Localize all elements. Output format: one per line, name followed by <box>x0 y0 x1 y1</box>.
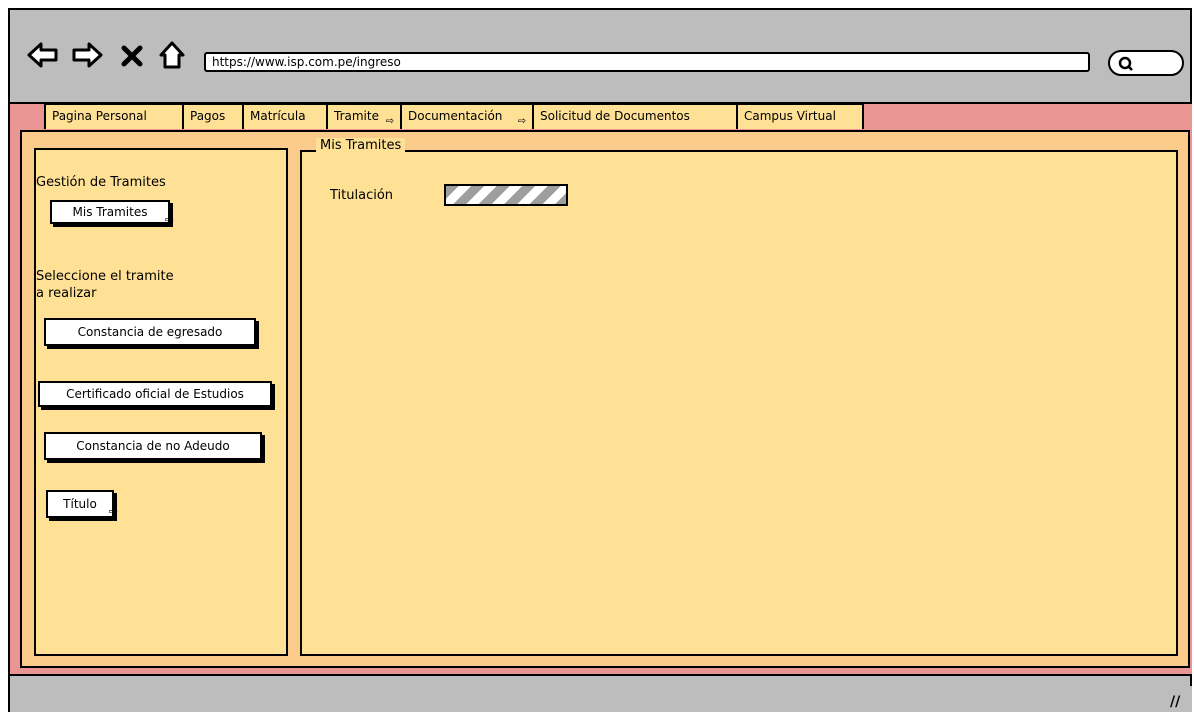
arrow-left-icon[interactable] <box>26 38 60 72</box>
home-icon[interactable] <box>158 40 186 70</box>
mis-tramites-group <box>300 150 1178 656</box>
tab-label: Campus Virtual <box>744 109 836 123</box>
tramite-progress-bar <box>444 184 568 206</box>
button-label: Constancia de egresado <box>77 325 223 339</box>
tab-tramite[interactable]: Tramite ⇨ <box>326 103 402 129</box>
search-field[interactable] <box>1108 50 1184 76</box>
tramite-row-label: Titulación <box>330 188 394 203</box>
certificado-estudios-button[interactable]: Certificado oficial de Estudios <box>38 381 272 407</box>
titulo-button[interactable]: Título ⇨ <box>46 490 118 518</box>
arrow-right-icon[interactable] <box>70 38 104 72</box>
button-label: Título <box>63 497 97 511</box>
link-arrow-icon: ⇨ <box>108 505 118 518</box>
tab-matricula[interactable]: Matrícula <box>242 103 328 129</box>
close-icon[interactable] <box>120 44 144 68</box>
button-label: Certificado oficial de Estudios <box>66 387 244 401</box>
constancia-no-adeudo-button[interactable]: Constancia de no Adeudo <box>44 432 262 460</box>
resize-grip-icon[interactable]: // <box>1170 694 1180 710</box>
sidebar-prompt-line2: a realizar <box>36 286 97 301</box>
search-icon[interactable] <box>1118 56 1134 72</box>
button-label: Constancia de no Adeudo <box>76 439 230 453</box>
constancia-egresado-button[interactable]: Constancia de egresado <box>44 318 256 346</box>
status-bar <box>10 686 1192 712</box>
tab-label: Matrícula <box>250 109 306 123</box>
address-bar[interactable]: https://www.isp.com.pe/ingreso <box>204 52 1090 72</box>
tab-label: Documentación <box>408 109 503 123</box>
tab-campus-virtual[interactable]: Campus Virtual <box>736 103 864 129</box>
group-title: Mis Tramites <box>316 138 406 154</box>
sidebar-prompt-line1: Seleccione el tramite <box>36 269 174 284</box>
link-arrow-icon: ⇨ <box>164 213 174 226</box>
tab-pagos[interactable]: Pagos <box>182 103 244 129</box>
button-label: Mis Tramites <box>72 205 148 219</box>
tab-documentacion[interactable]: Documentación ⇨ <box>400 103 534 129</box>
tab-label: Tramite <box>334 109 379 123</box>
tab-label: Solicitud de Documentos <box>540 109 690 123</box>
tab-label: Pagina Personal <box>52 109 147 123</box>
tab-solicitud-documentos[interactable]: Solicitud de Documentos <box>532 103 738 129</box>
tab-pagina-personal[interactable]: Pagina Personal <box>44 103 184 129</box>
mis-tramites-button[interactable]: Mis Tramites ⇨ <box>50 200 174 226</box>
sidebar-section-title: Gestión de Tramites <box>36 175 166 190</box>
tab-label: Pagos <box>190 109 226 123</box>
